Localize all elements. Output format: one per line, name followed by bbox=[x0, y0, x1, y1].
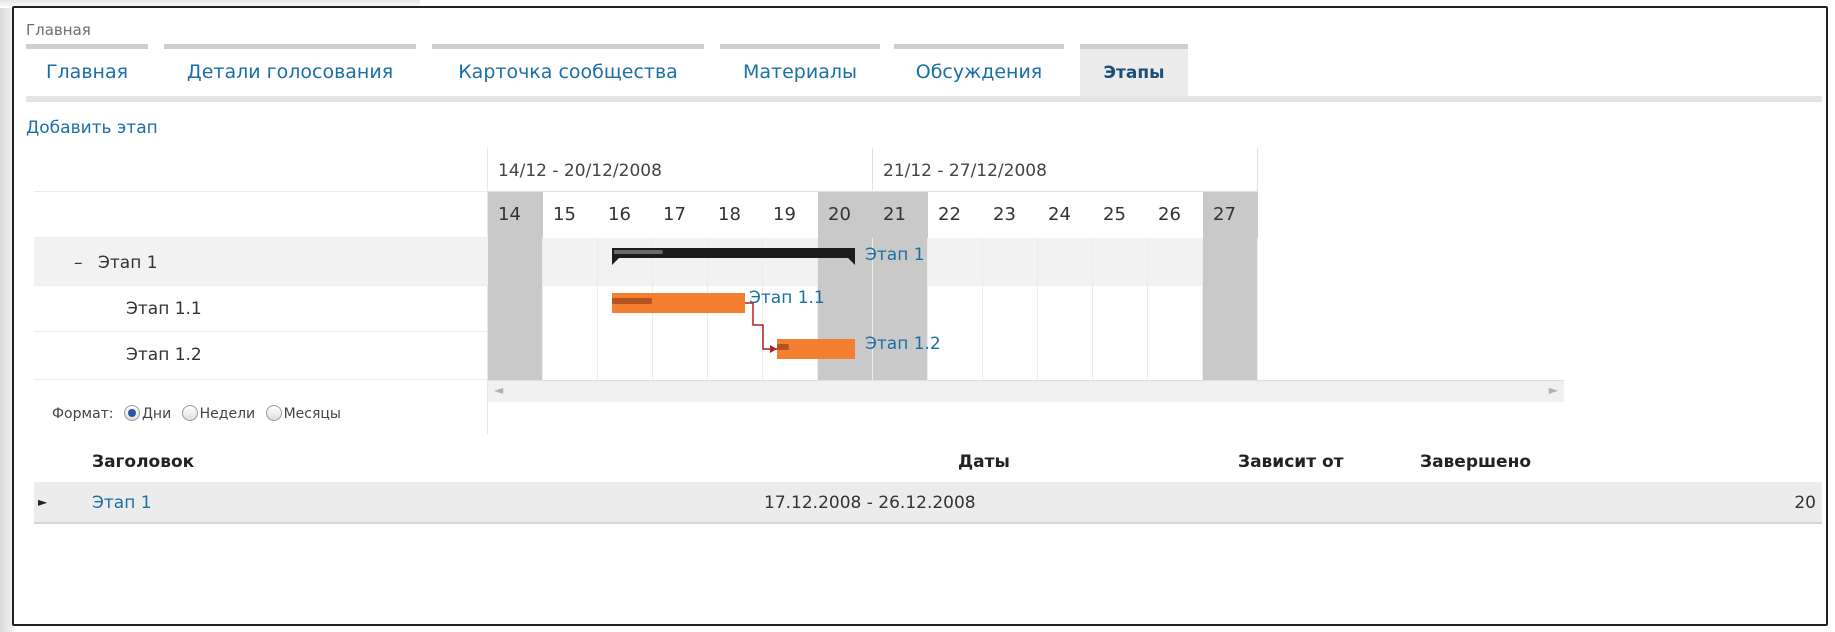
task-column-header-week bbox=[34, 148, 488, 192]
format-label: Формат: bbox=[52, 406, 114, 422]
format-days-label[interactable]: Дни bbox=[142, 406, 171, 422]
format-selector: Формат: Дни Недели Месяцы bbox=[34, 394, 488, 434]
task-label[interactable]: Этап 1 bbox=[98, 253, 158, 273]
task-row: Этап 1.1 bbox=[34, 286, 488, 332]
tab-materials[interactable]: Материалы bbox=[720, 44, 880, 98]
scroll-left-icon[interactable]: ◄ bbox=[494, 383, 503, 397]
task-progress bbox=[612, 298, 652, 304]
scroll-right-icon[interactable]: ► bbox=[1549, 383, 1558, 397]
tab-vote-details[interactable]: Детали голосования bbox=[164, 44, 416, 98]
breadcrumb[interactable]: Главная bbox=[26, 21, 91, 39]
table-row[interactable]: ► Этап 1 17.12.2008 - 26.12.2008 20 bbox=[34, 482, 1822, 524]
bar-label[interactable]: Этап 1 bbox=[865, 245, 925, 265]
dependency-line bbox=[745, 302, 777, 350]
column-header-title[interactable]: Заголовок bbox=[92, 452, 194, 472]
add-stage-link[interactable]: Добавить этап bbox=[26, 118, 158, 138]
tab-stages[interactable]: Этапы bbox=[1080, 44, 1188, 98]
tab-bar: Главная Детали голосования Карточка сооб… bbox=[26, 44, 1822, 100]
column-header-dates[interactable]: Даты bbox=[958, 452, 1010, 472]
row-completed: 20 bbox=[1794, 493, 1816, 513]
summary-bar-cap-right bbox=[848, 258, 855, 265]
collapse-toggle-icon[interactable]: – bbox=[74, 253, 83, 273]
task-label[interactable]: Этап 1.1 bbox=[126, 299, 202, 319]
row-title-link[interactable]: Этап 1 bbox=[92, 493, 152, 513]
task-row: – Этап 1 bbox=[34, 238, 488, 286]
summary-progress bbox=[614, 250, 663, 254]
format-weeks-label[interactable]: Недели bbox=[200, 406, 255, 422]
dependency-arrow-icon bbox=[770, 345, 777, 353]
horizontal-scrollbar[interactable]: ◄ ► bbox=[488, 380, 1564, 402]
column-header-completed[interactable]: Завершено bbox=[1420, 452, 1531, 472]
task-label[interactable]: Этап 1.2 bbox=[126, 345, 202, 365]
row-dates: 17.12.2008 - 26.12.2008 bbox=[764, 493, 976, 513]
gantt-task-column: – Этап 1 Этап 1.1 Этап 1.2 Формат: Дни Н… bbox=[34, 148, 488, 434]
tab-underline bbox=[26, 96, 1822, 102]
summary-bar-cap-left bbox=[612, 258, 619, 265]
expand-row-icon[interactable]: ► bbox=[38, 495, 47, 509]
tab-main[interactable]: Главная bbox=[26, 44, 148, 98]
bar-label[interactable]: Этап 1.2 bbox=[865, 334, 941, 354]
gantt-timeline: 14/12 - 20/12/2008 21/12 - 27/12/2008 14… bbox=[488, 148, 1258, 380]
column-header-depends[interactable]: Зависит от bbox=[1238, 452, 1344, 472]
task-row: Этап 1.2 bbox=[34, 332, 488, 380]
format-days-radio[interactable] bbox=[123, 405, 140, 421]
format-months-radio[interactable] bbox=[265, 405, 282, 421]
tab-community-card[interactable]: Карточка сообщества bbox=[432, 44, 704, 98]
bar-label[interactable]: Этап 1.1 bbox=[749, 288, 825, 308]
format-months-label[interactable]: Месяцы bbox=[284, 406, 341, 422]
task-progress bbox=[777, 344, 789, 350]
task-column-header-day bbox=[34, 192, 488, 238]
format-weeks-radio[interactable] bbox=[181, 405, 198, 421]
gantt-chart: – Этап 1 Этап 1.1 Этап 1.2 Формат: Дни Н… bbox=[34, 148, 1564, 434]
tab-discussions[interactable]: Обсуждения bbox=[894, 44, 1064, 98]
